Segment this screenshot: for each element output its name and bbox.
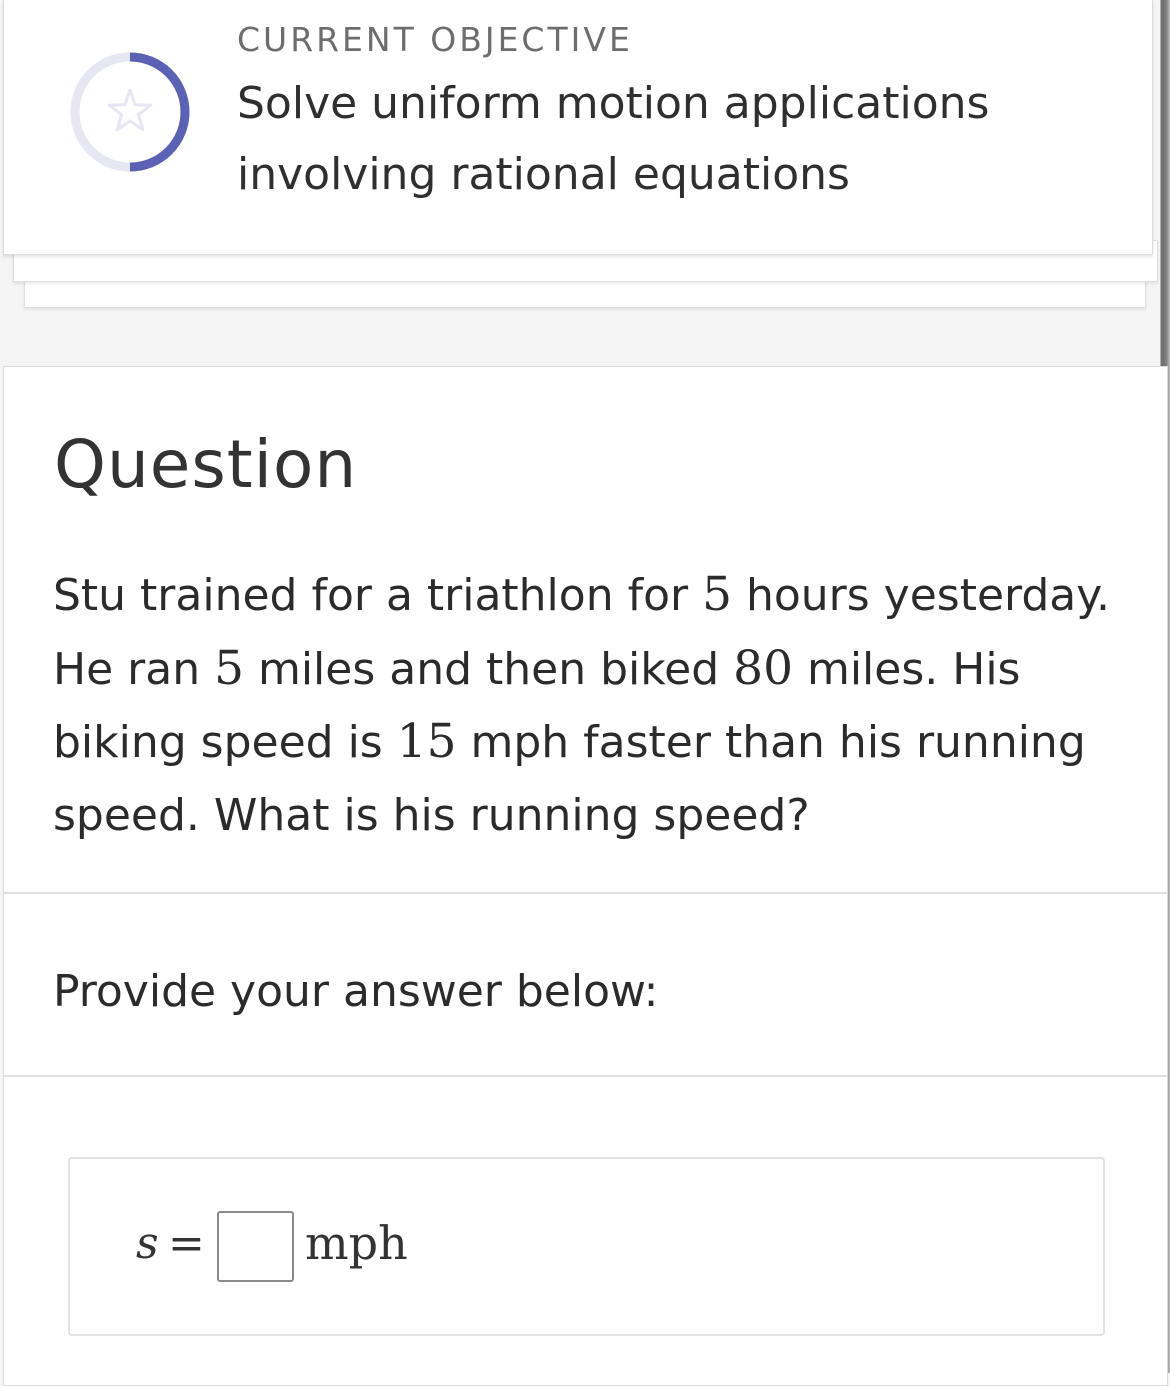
equals-sign: =	[168, 1218, 205, 1269]
question-text-part: miles and then biked	[243, 643, 734, 695]
question-number: 5	[702, 567, 732, 622]
objective-progress-ring	[70, 52, 190, 172]
star-icon	[107, 88, 153, 132]
question-number: 80	[733, 640, 793, 696]
question-text-part: Stu trained for a triathlon for	[53, 570, 703, 621]
answer-variable: s	[136, 1218, 159, 1269]
question-card: Question Stu trained for a triathlon for…	[3, 366, 1168, 1386]
question-heading: Question	[54, 426, 358, 503]
answer-input[interactable]	[217, 1211, 294, 1282]
answer-box: s = mph	[68, 1157, 1105, 1336]
question-number: 15	[396, 714, 457, 769]
question-number: 5	[214, 640, 244, 696]
section-divider	[4, 1075, 1167, 1077]
objective-title: Solve uniform motion applications involv…	[237, 78, 990, 200]
objective-label: CURRENT OBJECTIVE	[237, 20, 633, 59]
answer-prompt: Provide your answer below:	[53, 966, 659, 1017]
section-divider	[4, 892, 1167, 894]
objective-card[interactable]: CURRENT OBJECTIVE Solve uniform motion a…	[3, 0, 1153, 255]
question-text: Stu trained for a triathlon for 5 hours …	[53, 559, 1113, 852]
answer-unit: mph	[305, 1216, 408, 1270]
